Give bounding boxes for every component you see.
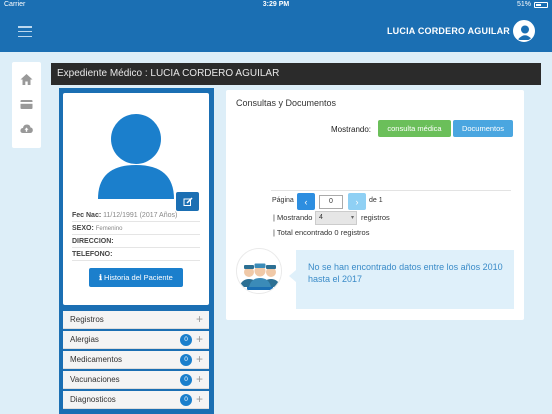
plus-icon[interactable]: + [196, 392, 203, 406]
phone-label: TELEFONO: [72, 251, 113, 258]
chevron-right-icon: › [355, 196, 359, 207]
username[interactable]: LUCIA CORDERO AGUILAR [387, 26, 510, 36]
total-label: | Total encontrado 0 registros [273, 228, 370, 237]
sex-row: SEXO: Femenino [72, 225, 200, 235]
count-badge: 0 [180, 394, 192, 406]
panel-heading: Consultas y Documentos [236, 98, 337, 108]
birthdate-label: Fec Nac: [72, 212, 102, 219]
info-icon: ℹ [99, 273, 103, 282]
accordion-item-registros[interactable]: Registros + [63, 311, 209, 329]
battery-percent: 51% [516, 1, 531, 8]
address-label: DIRECCION: [72, 238, 114, 245]
battery-indicator: 51% [517, 1, 548, 8]
select-caret-icon: ▾ [350, 215, 354, 221]
sex-value: Femenino [95, 226, 123, 232]
battery-icon [534, 1, 548, 8]
app-header: LUCIA CORDERO AGUILAR [0, 11, 552, 52]
plus-icon[interactable]: + [196, 312, 203, 326]
message-pointer [289, 270, 296, 282]
address-row: DIRECCION: [72, 238, 200, 248]
count-badge: 0 [180, 354, 192, 366]
phone-row: TELEFONO: [72, 251, 200, 261]
accordion-item-label: Medicamentos [70, 355, 123, 364]
mostrando-label: Mostrando: [331, 125, 372, 134]
sex-label: SEXO: [72, 225, 94, 232]
credit-card-icon[interactable] [19, 97, 34, 112]
plus-icon[interactable]: + [196, 332, 203, 346]
chevron-left-icon: ‹ [304, 196, 308, 207]
accordion-item-alergias[interactable]: Alergias 0 + [63, 331, 209, 349]
no-data-message: No se han encontrado datos entre los año… [296, 250, 514, 309]
accordion-item-vacunaciones[interactable]: Vacunaciones 0 + [63, 371, 209, 389]
page-input[interactable]: 0 [319, 195, 343, 209]
user-avatar-icon[interactable] [513, 20, 535, 42]
patient-profile-card: Fec Nac: 11/12/1991 (2017 Años) SEXO: Fe… [63, 93, 209, 305]
historia-button-label: Historia del Paciente [104, 273, 173, 282]
birthdate-row: Fec Nac: 11/12/1991 (2017 Años) [72, 212, 200, 222]
side-nav [12, 62, 41, 148]
per-page-select[interactable]: 4 ▾ [315, 211, 357, 225]
birthdate-value: 11/12/1991 (2017 Años) [103, 212, 178, 219]
hamburger-icon[interactable] [18, 26, 32, 37]
consulta-medica-button[interactable]: consulta médica [378, 120, 451, 137]
consultas-panel: Consultas y Documentos Mostrando: consul… [226, 90, 524, 320]
historia-paciente-button[interactable]: ℹ Historia del Paciente [89, 268, 183, 287]
count-badge: 0 [180, 374, 192, 386]
registros-label: registros [361, 213, 390, 222]
accordion-item-label: Alergias [70, 335, 99, 344]
pagina-label: Página [272, 197, 294, 204]
home-icon[interactable] [19, 72, 34, 87]
page-title: Expediente Médico : LUCIA CORDERO AGUILA… [51, 63, 541, 85]
edit-icon [183, 196, 193, 206]
patient-avatar-icon [94, 113, 178, 199]
status-bar: Carrier 3:29 PM 51% [0, 0, 552, 11]
clock: 3:29 PM [262, 1, 290, 8]
accordion-item-label: Vacunaciones [70, 375, 120, 384]
accordion-item-label: Diagnosticos [70, 395, 116, 404]
per-page-value: 4 [319, 214, 323, 221]
prev-page-button[interactable]: ‹ [297, 193, 315, 210]
doctors-icon [236, 248, 282, 294]
edit-button[interactable] [176, 192, 199, 211]
plus-icon[interactable]: + [196, 372, 203, 386]
page-count-label: de 1 [369, 197, 383, 204]
documentos-button[interactable]: Documentos [453, 120, 513, 137]
per-page-label: | Mostrando [273, 213, 313, 222]
cloud-upload-icon[interactable] [19, 121, 34, 136]
accordion-item-medicamentos[interactable]: Medicamentos 0 + [63, 351, 209, 369]
divider [271, 190, 511, 191]
next-page-button[interactable]: › [348, 193, 366, 210]
plus-icon[interactable]: + [196, 352, 203, 366]
accordion-item-label: Registros [70, 315, 104, 324]
count-badge: 0 [180, 334, 192, 346]
accordion-item-diagnosticos[interactable]: Diagnosticos 0 + [63, 391, 209, 409]
